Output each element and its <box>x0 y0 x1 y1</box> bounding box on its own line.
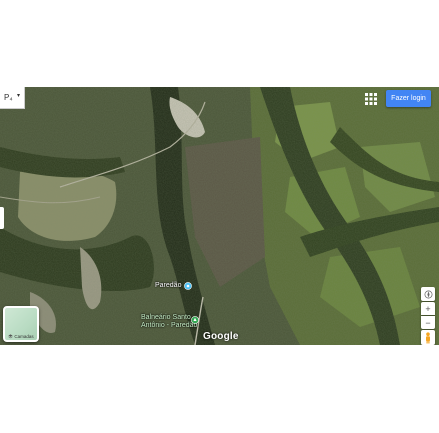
login-button[interactable]: Fazer login <box>386 90 431 107</box>
layers-label-row: Camadas <box>5 334 37 339</box>
side-panel-toggle[interactable] <box>0 207 4 229</box>
zoom-in-button[interactable]: + <box>421 302 435 315</box>
layers-label: Camadas <box>14 334 34 339</box>
pin-icon[interactable] <box>184 282 192 290</box>
apps-grid-icon[interactable] <box>364 92 378 106</box>
map-menu-label: P₄ <box>4 93 13 102</box>
place-label-balneario-line1: Balneário Santo <box>141 314 191 321</box>
compass-button[interactable] <box>421 287 435 301</box>
pegman-icon <box>426 331 430 343</box>
layers-icon <box>8 334 14 339</box>
place-label-balneario[interactable]: Balneário Santo Antônio - Paredão <box>141 314 197 330</box>
park-icon[interactable] <box>191 316 199 324</box>
google-logo: Google <box>203 331 239 342</box>
place-label-paredao[interactable]: Paredão <box>155 282 181 289</box>
chevron-down-icon: ▾ <box>16 93 20 99</box>
satellite-imagery <box>0 87 439 345</box>
street-view-button[interactable] <box>421 330 435 345</box>
layers-toggle-button[interactable]: Camadas <box>3 306 39 342</box>
map-menu-dropdown[interactable]: P₄ ▾ <box>0 87 25 109</box>
place-label-balneario-line2: Antônio - Paredão <box>141 322 198 329</box>
map-viewport[interactable]: P₄ ▾ Fazer login Paredão Balneário Santo… <box>0 87 439 345</box>
compass-icon <box>424 290 432 298</box>
zoom-out-button[interactable]: − <box>421 316 435 329</box>
